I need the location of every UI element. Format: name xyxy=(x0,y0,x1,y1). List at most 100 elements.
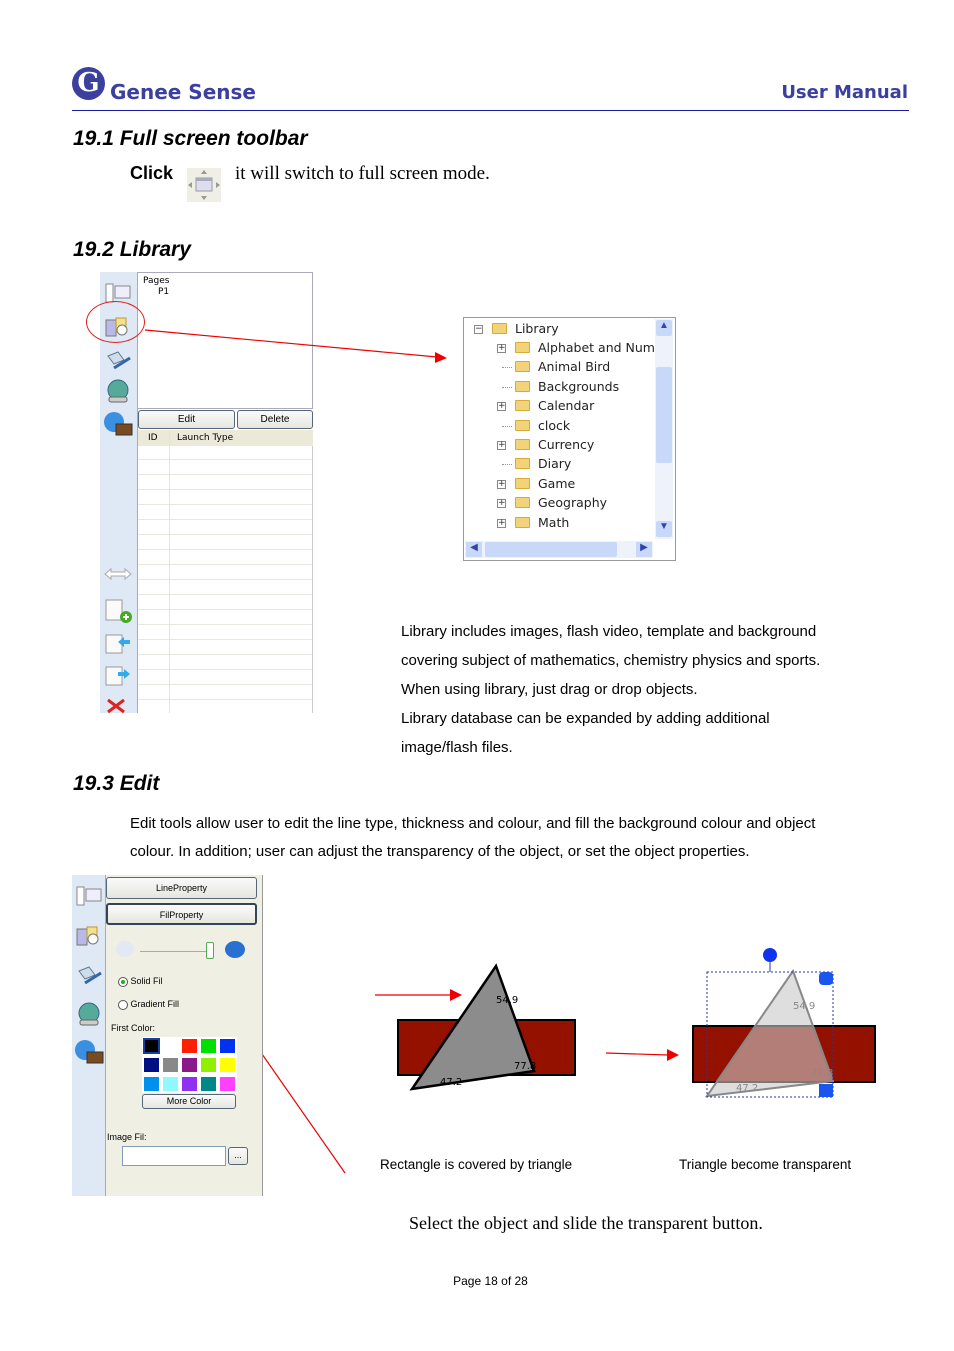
color-swatch[interactable] xyxy=(162,1076,179,1092)
color-swatch[interactable] xyxy=(200,1057,217,1073)
globe-media-icon[interactable] xyxy=(73,1038,104,1064)
tree-connector xyxy=(502,386,512,388)
arrow-line xyxy=(144,329,438,358)
folder-icon xyxy=(515,400,530,412)
expand-icon[interactable]: + xyxy=(497,441,506,450)
h-scroll-thumb[interactable] xyxy=(485,542,617,557)
tree-label: Library xyxy=(515,321,559,336)
first-color-label: First Color: xyxy=(111,1023,156,1033)
caption-covered: Rectangle is covered by triangle xyxy=(380,1157,573,1172)
tree-label: Game xyxy=(538,475,576,491)
more-color-button[interactable]: More Color xyxy=(142,1094,236,1109)
color-swatch[interactable] xyxy=(143,1038,160,1054)
folder-icon xyxy=(515,497,530,509)
folder-icon xyxy=(515,439,530,450)
scroll-left-icon[interactable]: ◀ xyxy=(466,542,482,557)
vertical-scrollbar[interactable]: ▲ ▼ xyxy=(655,319,673,539)
expand-icon[interactable]: + xyxy=(497,344,506,353)
folder-icon xyxy=(515,342,530,353)
text-line: covering subject of mathematics, chemist… xyxy=(401,652,821,669)
section-19-3-title: 19.3 Edit xyxy=(73,772,160,795)
library-tree-panel[interactable]: − Library + Alphabet and Numbe Animal Bird… xyxy=(463,317,676,561)
image-fill-input[interactable] xyxy=(122,1146,226,1166)
library-icon[interactable] xyxy=(75,923,103,949)
angle-label: 54.9 xyxy=(496,995,518,1006)
edit-panel: LineProperty FilProperty Solid Fil Gradi… xyxy=(72,875,263,1196)
tree-connector xyxy=(502,464,512,466)
resize-handle-icon[interactable] xyxy=(819,1084,833,1097)
text-line: colour. In addition; user can adjust the… xyxy=(130,843,750,860)
color-swatch[interactable] xyxy=(162,1038,179,1054)
gradient-fill-radio[interactable]: Gradient Fill xyxy=(118,999,179,1010)
angle-label: 54.9 xyxy=(793,1001,815,1012)
color-swatch[interactable] xyxy=(143,1076,160,1092)
color-swatch[interactable] xyxy=(162,1057,179,1073)
color-swatch[interactable] xyxy=(143,1057,160,1073)
solid-fill-radio[interactable]: Solid Fil xyxy=(118,976,163,987)
figure-covered: 54.9 77.8 47.2 xyxy=(397,963,576,1091)
tree-label: clock xyxy=(538,417,571,433)
text-line: Edit tools allow user to edit the line t… xyxy=(130,815,816,832)
color-swatch[interactable] xyxy=(181,1076,198,1092)
expand-icon[interactable]: + xyxy=(497,402,506,412)
angle-label: 47.2 xyxy=(736,1083,758,1094)
tree-label: Diary xyxy=(538,456,572,472)
color-swatch[interactable] xyxy=(200,1076,217,1092)
tree-connector xyxy=(502,367,512,369)
fill-property-button[interactable]: FilProperty xyxy=(106,903,257,925)
tree-label: Calendar xyxy=(538,398,595,414)
scroll-right-icon[interactable]: ▶ xyxy=(636,542,652,557)
image-fill-label: Image Fil: xyxy=(107,1132,147,1142)
color-swatch[interactable] xyxy=(200,1038,217,1054)
expand-icon[interactable]: + xyxy=(497,479,506,489)
collapse-icon[interactable]: − xyxy=(474,325,483,334)
rotate-handle[interactable] xyxy=(763,948,777,962)
color-swatch[interactable] xyxy=(181,1057,198,1073)
scroll-down-icon[interactable]: ▼ xyxy=(656,521,672,537)
transparency-slider-thumb[interactable] xyxy=(206,942,214,959)
radio-label: Solid Fil xyxy=(130,976,163,986)
browse-button[interactable]: ... xyxy=(228,1147,248,1165)
folder-icon xyxy=(515,458,530,470)
figure-transparent: 54.9 77.8 47.2 xyxy=(692,948,876,1098)
tree-label: Backgrounds xyxy=(538,378,620,394)
page-number: Page 18 of 28 xyxy=(453,1274,528,1288)
scroll-thumb[interactable] xyxy=(656,367,672,463)
folder-icon xyxy=(515,380,530,392)
tree-label: Animal Bird xyxy=(538,359,611,375)
edit-paint-icon[interactable] xyxy=(75,963,103,989)
tree-label: Currency xyxy=(538,437,595,452)
color-swatch[interactable] xyxy=(219,1038,236,1054)
horizontal-scrollbar[interactable]: ◀ ▶ xyxy=(465,541,653,558)
arrow-head xyxy=(435,352,447,363)
caption-transparent: Triangle become transparent xyxy=(679,1157,852,1172)
library-tree[interactable]: − Library + Alphabet and Numbe Animal Bird… xyxy=(464,318,654,540)
line-property-button[interactable]: LineProperty xyxy=(106,877,257,899)
text-line: Library database can be expanded by addi… xyxy=(401,710,770,727)
instruction-text: Select the object and slide the transpar… xyxy=(409,1213,763,1233)
radio-label: Gradient Fill xyxy=(130,999,180,1009)
pages-icon[interactable] xyxy=(75,883,103,909)
opaque-icon xyxy=(225,941,245,958)
expand-icon[interactable]: + xyxy=(497,499,506,509)
folder-icon xyxy=(515,419,530,431)
scroll-up-icon[interactable]: ▲ xyxy=(656,320,672,336)
transparency-slider[interactable] xyxy=(140,951,210,952)
angle-label: 77.8 xyxy=(514,1061,536,1072)
globe-link-icon[interactable] xyxy=(75,1001,103,1027)
tree-label: Math xyxy=(538,514,570,530)
text-line: image/flash files. xyxy=(401,739,513,756)
color-swatch[interactable] xyxy=(219,1057,236,1073)
transparent-icon xyxy=(116,941,134,957)
text-line: When using library, just drag or drop ob… xyxy=(401,681,698,698)
color-swatch[interactable] xyxy=(181,1038,198,1054)
color-swatch[interactable] xyxy=(219,1076,236,1092)
color-palette[interactable] xyxy=(142,1037,237,1093)
folder-icon xyxy=(515,361,530,373)
menu-handle-icon[interactable] xyxy=(819,972,833,985)
tree-label: Geography xyxy=(538,495,608,511)
expand-icon[interactable]: + xyxy=(497,518,506,528)
tree-connector xyxy=(502,425,512,427)
text-line: Library includes images, flash video, te… xyxy=(401,623,817,640)
angle-label: 47.2 xyxy=(440,1077,462,1088)
